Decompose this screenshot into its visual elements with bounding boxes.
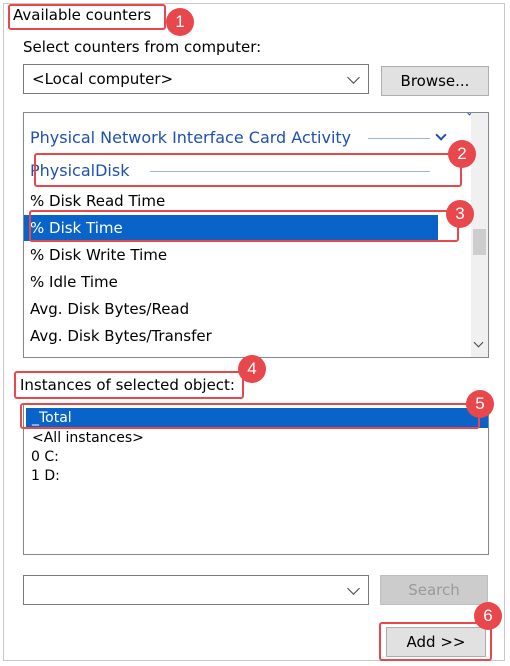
counter-group-label: Physical Network Interface Card Activity xyxy=(30,128,352,147)
callout-6: 6 xyxy=(474,602,502,630)
search-dropdown[interactable] xyxy=(23,575,369,605)
instance-item[interactable]: 1 D: xyxy=(26,466,60,486)
computer-dropdown[interactable]: <Local computer> xyxy=(23,64,369,94)
group-divider xyxy=(368,138,430,139)
counter-item[interactable]: Avg. Disk Bytes/Read xyxy=(24,296,472,322)
counter-item[interactable]: Avg. Disk Bytes/Transfer xyxy=(24,323,472,349)
callout-1: 1 xyxy=(166,8,194,36)
highlight-total-instance xyxy=(20,403,480,429)
instance-item[interactable]: 0 C: xyxy=(26,447,59,467)
computer-dropdown-value: <Local computer> xyxy=(32,70,174,88)
scrollbar-thumb[interactable] xyxy=(473,229,486,255)
instance-item[interactable]: <All instances> xyxy=(26,428,144,448)
highlight-physicaldisk xyxy=(34,153,462,187)
search-button[interactable]: Search xyxy=(380,575,488,605)
highlight-disk-time xyxy=(29,210,459,242)
highlight-instances-label xyxy=(14,371,244,399)
highlight-add-button xyxy=(379,622,492,661)
chevron-down-icon xyxy=(347,71,360,84)
chevron-down-icon xyxy=(347,582,360,595)
callout-4: 4 xyxy=(238,355,266,383)
counter-item[interactable]: % Disk Write Time xyxy=(24,242,472,268)
callout-2: 2 xyxy=(448,140,476,168)
computer-label: Select counters from computer: xyxy=(23,38,262,56)
highlight-available-counters xyxy=(8,4,166,30)
callout-3: 3 xyxy=(446,200,474,228)
counter-item[interactable]: % Idle Time xyxy=(24,269,472,295)
scroll-down-icon[interactable] xyxy=(473,337,484,348)
callout-5: 5 xyxy=(466,390,494,418)
browse-button[interactable]: Browse... xyxy=(381,66,489,96)
